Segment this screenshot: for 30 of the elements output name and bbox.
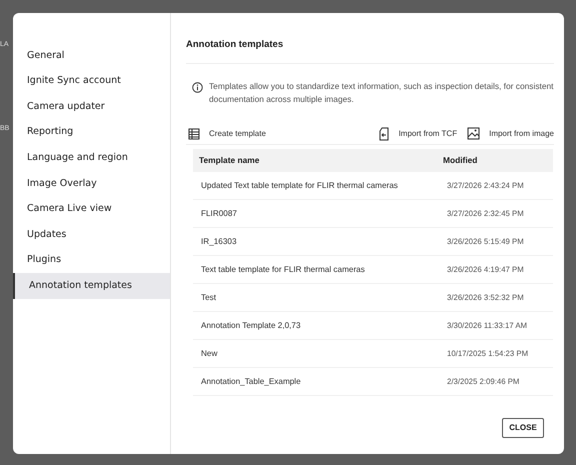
image-icon — [467, 127, 480, 140]
table-cell-text: Test — [200, 292, 218, 304]
sidebar-item[interactable]: Updates — [13, 222, 170, 248]
table-cell-text: Text table template for FLIR thermal cameras — [200, 264, 366, 276]
sidebar-item[interactable]: Annotation templates — [13, 273, 170, 299]
info-text: Templates allow you to standardize text information, such as inspection details, for consistent documentation across multiple images. — [209, 80, 554, 106]
table-cell-text: New — [200, 348, 218, 360]
column-header: Modified — [442, 154, 478, 168]
table-icon — [188, 128, 200, 140]
import-file-icon — [378, 126, 390, 141]
sidebar-item[interactable]: Reporting — [13, 120, 170, 146]
toolbar-button[interactable]: Create template — [188, 128, 266, 140]
table-cell-text: IR_16303 — [200, 236, 238, 248]
sidebar-item[interactable]: Ignite Sync account — [13, 68, 170, 94]
sidebar-item[interactable]: Language and region — [13, 145, 170, 171]
column-header: Template name — [198, 154, 260, 168]
toolbar-button[interactable]: Import from TCF — [378, 126, 458, 141]
section-title: Annotation templates — [186, 13, 554, 64]
sidebar-item[interactable]: Camera Live view — [13, 196, 170, 222]
toolbar-button[interactable]: Import from image — [467, 127, 554, 140]
sidebar-item[interactable]: General — [13, 43, 170, 69]
table-cell-text: FLIR0087 — [200, 208, 238, 220]
sidebar-item[interactable]: Camera updater — [13, 94, 170, 120]
info-icon — [192, 82, 203, 94]
table-cell-text: Updated Text table template for FLIR thermal cameras — [200, 180, 399, 192]
table-cell-text: Annotation Template 2,0,73 — [200, 320, 302, 332]
table-cell-text: Annotation_Table_Example — [200, 376, 302, 388]
sidebar-item[interactable]: Image Overlay — [13, 170, 170, 197]
close-button[interactable]: CLOSE — [502, 418, 544, 438]
sidebar-item[interactable]: Plugins — [13, 248, 170, 274]
